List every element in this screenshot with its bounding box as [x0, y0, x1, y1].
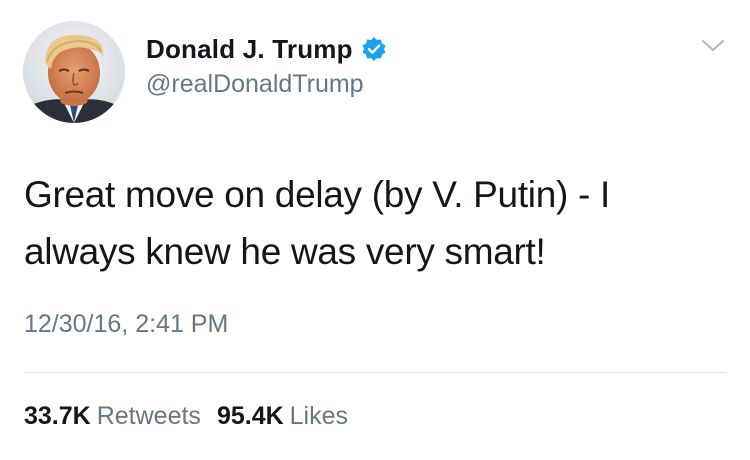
tweet-text-line: Great move on delay (by V. Putin) - I	[24, 174, 610, 215]
tweet-text: Great move on delay (by V. Putin) - I alw…	[24, 166, 714, 280]
tweet-text-line: always knew he was very smart!	[24, 231, 546, 272]
retweets-count: 33.7K	[24, 402, 91, 430]
author-display-name[interactable]: Donald J. Trump	[146, 34, 353, 65]
avatar-photo	[23, 21, 125, 123]
tweet-card: Donald J. Trump @realDonaldTrump Great m…	[0, 0, 750, 460]
likes-stat[interactable]: 95.4K Likes	[217, 402, 348, 431]
divider	[24, 372, 726, 373]
author-handle[interactable]: @realDonaldTrump	[146, 70, 364, 99]
avatar[interactable]	[23, 21, 125, 123]
likes-count: 95.4K	[216, 402, 284, 430]
verified-badge-icon	[361, 36, 387, 62]
chevron-down-icon[interactable]	[700, 36, 726, 54]
tweet-stats: 33.7K Retweets 95.4K Likes	[24, 402, 348, 431]
retweets-label: Retweets	[96, 402, 201, 430]
retweets-stat[interactable]: 33.7K Retweets	[24, 402, 201, 431]
tweet-timestamp[interactable]: 12/30/16, 2:41 PM	[24, 310, 228, 339]
likes-label: Likes	[289, 402, 349, 430]
author-name-row: Donald J. Trump	[146, 32, 387, 66]
